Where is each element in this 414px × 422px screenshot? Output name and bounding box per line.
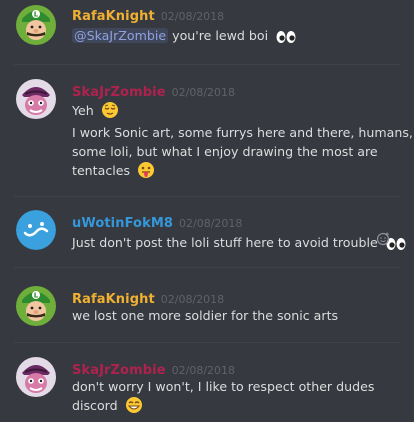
avatar-uwotinfokm8[interactable] bbox=[16, 210, 56, 250]
timestamp: 02/08/2018 bbox=[160, 293, 225, 306]
message-text-content: discord bbox=[72, 398, 118, 413]
eyes-emoji bbox=[275, 30, 297, 50]
avatar-skajrzombie[interactable] bbox=[16, 357, 56, 397]
avatar-rafaknight[interactable]: L bbox=[16, 286, 56, 326]
message-text: tentacles bbox=[72, 161, 155, 185]
message-text: we lost one more soldier for the sonic a… bbox=[72, 308, 339, 323]
timestamp: 02/08/2018 bbox=[179, 217, 243, 230]
username[interactable]: RafaKnight bbox=[72, 292, 155, 307]
message-text-content: you're lewd boi bbox=[168, 28, 269, 43]
username[interactable]: RafaKnight bbox=[72, 9, 155, 24]
message-divider bbox=[14, 196, 400, 197]
grin-emoji bbox=[125, 396, 143, 420]
message-divider bbox=[14, 342, 400, 343]
avatar-rafaknight[interactable]: L bbox=[16, 5, 56, 45]
message-text: don't worry I won't, I like to respect o… bbox=[72, 379, 375, 394]
username[interactable]: SkaJrZombie bbox=[72, 363, 166, 378]
message-text-content: Yeh bbox=[72, 103, 94, 118]
svg-text:L: L bbox=[34, 11, 39, 19]
tongue-out-emoji bbox=[137, 161, 155, 185]
timestamp: 02/08/2018 bbox=[171, 364, 236, 377]
message-text: discord bbox=[72, 396, 143, 420]
message-text: @SkaJrZombie you're lewd boi bbox=[72, 26, 297, 50]
username[interactable]: uWotinFokM8 bbox=[72, 216, 173, 231]
message-text-content: Just don't post the loli stuff here to a… bbox=[72, 235, 378, 250]
svg-text:L: L bbox=[34, 292, 39, 300]
timestamp: 02/08/2018 bbox=[171, 86, 236, 99]
message-text: I work Sonic art, some furrys here and t… bbox=[72, 125, 413, 140]
message-text: some loli, but what I enjoy drawing the … bbox=[72, 144, 378, 159]
message-divider bbox=[14, 64, 400, 65]
username[interactable]: SkaJrZombie bbox=[72, 85, 166, 100]
avatar-skajrzombie[interactable] bbox=[16, 79, 56, 119]
message-text: Yeh bbox=[72, 101, 119, 125]
relieved-emoji bbox=[101, 101, 119, 125]
timestamp: 02/08/2018 bbox=[160, 10, 225, 23]
message-divider bbox=[14, 267, 400, 268]
message-text-content: tentacles bbox=[72, 163, 131, 178]
add-reaction-icon[interactable] bbox=[376, 231, 390, 250]
user-mention[interactable]: @SkaJrZombie bbox=[72, 28, 169, 43]
message-text: Just don't post the loli stuff here to a… bbox=[72, 233, 407, 257]
